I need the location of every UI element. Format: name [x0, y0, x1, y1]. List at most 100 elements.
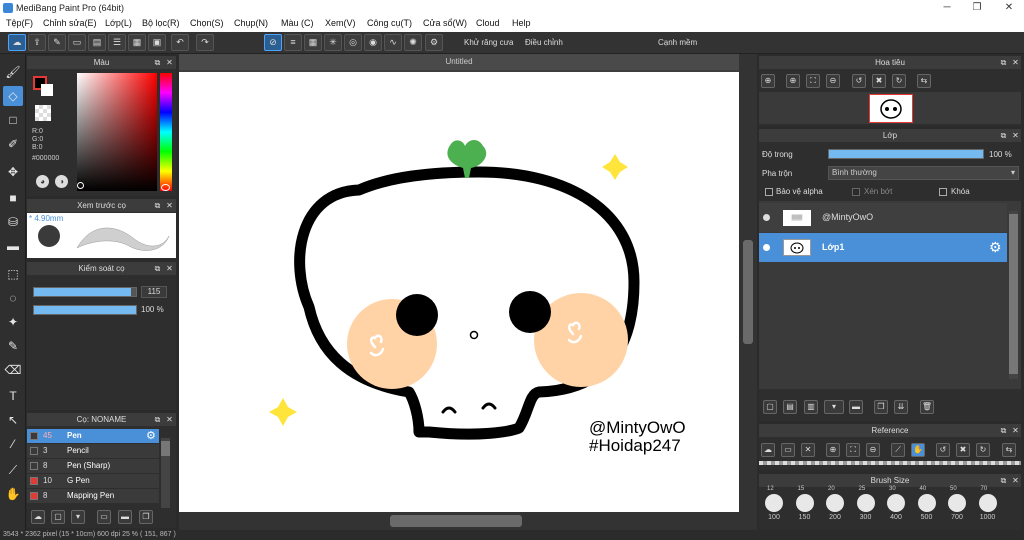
- duplicate-icon[interactable]: ❐: [139, 510, 153, 524]
- menu-tools[interactable]: Công cụ(T): [367, 18, 412, 28]
- brush-menu-icon[interactable]: ▾: [71, 510, 85, 524]
- popout-icon[interactable]: ⧉: [999, 476, 1008, 485]
- brush-size-slider[interactable]: [33, 287, 137, 297]
- brush-list-scrollbar[interactable]: [161, 438, 170, 508]
- document-canvas[interactable]: @MintyOwO #Hoidap247: [179, 72, 739, 512]
- folder-icon[interactable]: ▭: [97, 510, 111, 524]
- color-swap-icon[interactable]: ◑: [55, 175, 68, 188]
- close-panel-icon[interactable]: ✕: [165, 58, 174, 67]
- parallel-snap-icon[interactable]: ≡: [284, 34, 302, 51]
- menu-color[interactable]: Màu (C): [281, 18, 314, 28]
- reset-rotation-icon[interactable]: ✖: [872, 74, 886, 88]
- delete-layer-icon[interactable]: 🗑: [920, 400, 934, 414]
- fit-screen-icon[interactable]: ⛶: [846, 443, 860, 457]
- fill-rect-icon[interactable]: ■: [3, 188, 23, 208]
- close-panel-icon[interactable]: ✕: [1011, 58, 1020, 67]
- dot-tool-icon[interactable]: ✐: [3, 134, 23, 154]
- eyedropper-icon[interactable]: ⟋: [3, 460, 23, 480]
- page-icon[interactable]: ▣: [148, 34, 166, 51]
- popout-icon[interactable]: ⧉: [153, 201, 162, 210]
- radial-snap-icon[interactable]: ✳: [324, 34, 342, 51]
- snap-off-icon[interactable]: ⊘: [264, 34, 282, 51]
- eraser-tool-icon[interactable]: ◇: [3, 86, 23, 106]
- lock-checkbox[interactable]: [939, 188, 947, 196]
- brush-row-selected[interactable]: 45 Pen ⚙: [27, 429, 159, 443]
- vanishing-point-icon[interactable]: ✺: [404, 34, 422, 51]
- brush-size-option[interactable]: 500: [912, 491, 942, 521]
- secondary-color-swatch[interactable]: [41, 84, 53, 96]
- vertical-scrollbar[interactable]: [739, 54, 757, 540]
- document-icon[interactable]: ▤: [88, 34, 106, 51]
- popout-icon[interactable]: ⧉: [153, 58, 162, 67]
- menu-select[interactable]: Chọn(S): [190, 18, 224, 28]
- brush-size-value[interactable]: 115: [141, 286, 167, 298]
- popout-icon[interactable]: ⧉: [999, 58, 1008, 67]
- settings-gear-icon[interactable]: ⚙: [425, 34, 443, 51]
- add-brush-icon[interactable]: ☁: [31, 510, 45, 524]
- flip-icon[interactable]: ⇆: [1002, 443, 1016, 457]
- fit-screen-icon[interactable]: ⛶: [806, 74, 820, 88]
- menu-file[interactable]: Tệp(F): [6, 18, 33, 28]
- brush-tool-icon[interactable]: 🖌: [3, 62, 23, 82]
- transparent-swatch[interactable]: [35, 105, 51, 121]
- magic-wand-icon[interactable]: ✦: [3, 312, 23, 332]
- folder-open-icon[interactable]: ▬: [118, 510, 132, 524]
- palette-icon[interactable]: ◕: [36, 175, 49, 188]
- rotate-right-icon[interactable]: ↻: [892, 74, 906, 88]
- popout-icon[interactable]: ⧉: [999, 426, 1008, 435]
- brush-row[interactable]: 10 G Pen: [27, 474, 159, 488]
- concentric-snap-icon[interactable]: ◉: [364, 34, 382, 51]
- close-button[interactable]: ✕: [998, 1, 1020, 15]
- menu-edit[interactable]: Chỉnh sửa(E): [43, 18, 97, 28]
- rotate-right-icon[interactable]: ↻: [976, 443, 990, 457]
- curve-snap-icon[interactable]: ∿: [384, 34, 402, 51]
- layer-menu-icon[interactable]: ▾: [824, 400, 844, 414]
- close-panel-icon[interactable]: ✕: [1011, 426, 1020, 435]
- popout-icon[interactable]: ⧉: [999, 131, 1008, 140]
- minimize-button[interactable]: ─: [936, 1, 958, 15]
- hand-icon[interactable]: ✋: [911, 443, 925, 457]
- close-panel-icon[interactable]: ✕: [1011, 476, 1020, 485]
- list-icon[interactable]: ☰: [108, 34, 126, 51]
- brush-size-option[interactable]: 1000: [973, 491, 1003, 521]
- share-icon[interactable]: ⇪: [28, 34, 46, 51]
- new-8bit-layer-icon[interactable]: ▥: [804, 400, 818, 414]
- brush-size-option[interactable]: 400: [881, 491, 911, 521]
- select-eraser-icon[interactable]: ⌫: [3, 360, 23, 380]
- operation-tool-icon[interactable]: ↖: [3, 410, 23, 430]
- close-panel-icon[interactable]: ✕: [165, 415, 174, 424]
- eye-icon[interactable]: [763, 244, 770, 251]
- horizontal-scrollbar[interactable]: [179, 512, 739, 530]
- brush-size-option[interactable]: 300: [851, 491, 881, 521]
- eye-icon[interactable]: [763, 214, 770, 221]
- gradient-tool-icon[interactable]: ▬: [3, 236, 23, 256]
- zoom-in-icon[interactable]: ⊕: [826, 443, 840, 457]
- brush-size-option[interactable]: 100: [759, 491, 789, 521]
- brush-opacity-slider[interactable]: [33, 305, 137, 315]
- popout-icon[interactable]: ⧉: [153, 264, 162, 273]
- blend-mode-dropdown[interactable]: Bình thường ▾: [828, 166, 1019, 180]
- redo-icon[interactable]: ↷: [196, 34, 214, 51]
- select-tool-icon[interactable]: ⬚: [3, 264, 23, 284]
- close-panel-icon[interactable]: ✕: [165, 201, 174, 210]
- open-folder-icon[interactable]: ▭: [781, 443, 795, 457]
- duplicate-layer-icon[interactable]: ❐: [874, 400, 888, 414]
- new-layer-icon[interactable]: ▢: [763, 400, 777, 414]
- brush-size-option[interactable]: 700: [942, 491, 972, 521]
- merge-layer-icon[interactable]: ⇊: [894, 400, 908, 414]
- divide-tool-icon[interactable]: ⁄: [3, 434, 23, 454]
- layer-row-selected[interactable]: Lớp1 ⚙: [759, 233, 1007, 262]
- select-pen-icon[interactable]: ✎: [3, 336, 23, 356]
- rotate-left-icon[interactable]: ↺: [852, 74, 866, 88]
- menu-view[interactable]: Xem(V): [325, 18, 356, 28]
- menu-help[interactable]: Help: [512, 18, 531, 28]
- shape-tool-icon[interactable]: □: [3, 110, 23, 130]
- zoom-out-icon[interactable]: ⊖: [866, 443, 880, 457]
- undo-icon[interactable]: ↶: [171, 34, 189, 51]
- bucket-tool-icon[interactable]: ⛁: [3, 212, 23, 232]
- menu-layer[interactable]: Lớp(L): [105, 18, 132, 28]
- comment-icon[interactable]: ✎: [48, 34, 66, 51]
- lasso-tool-icon[interactable]: ◌: [3, 288, 23, 308]
- brush-row[interactable]: 8 Pen (Sharp): [27, 459, 159, 473]
- new-halftone-layer-icon[interactable]: ▤: [783, 400, 797, 414]
